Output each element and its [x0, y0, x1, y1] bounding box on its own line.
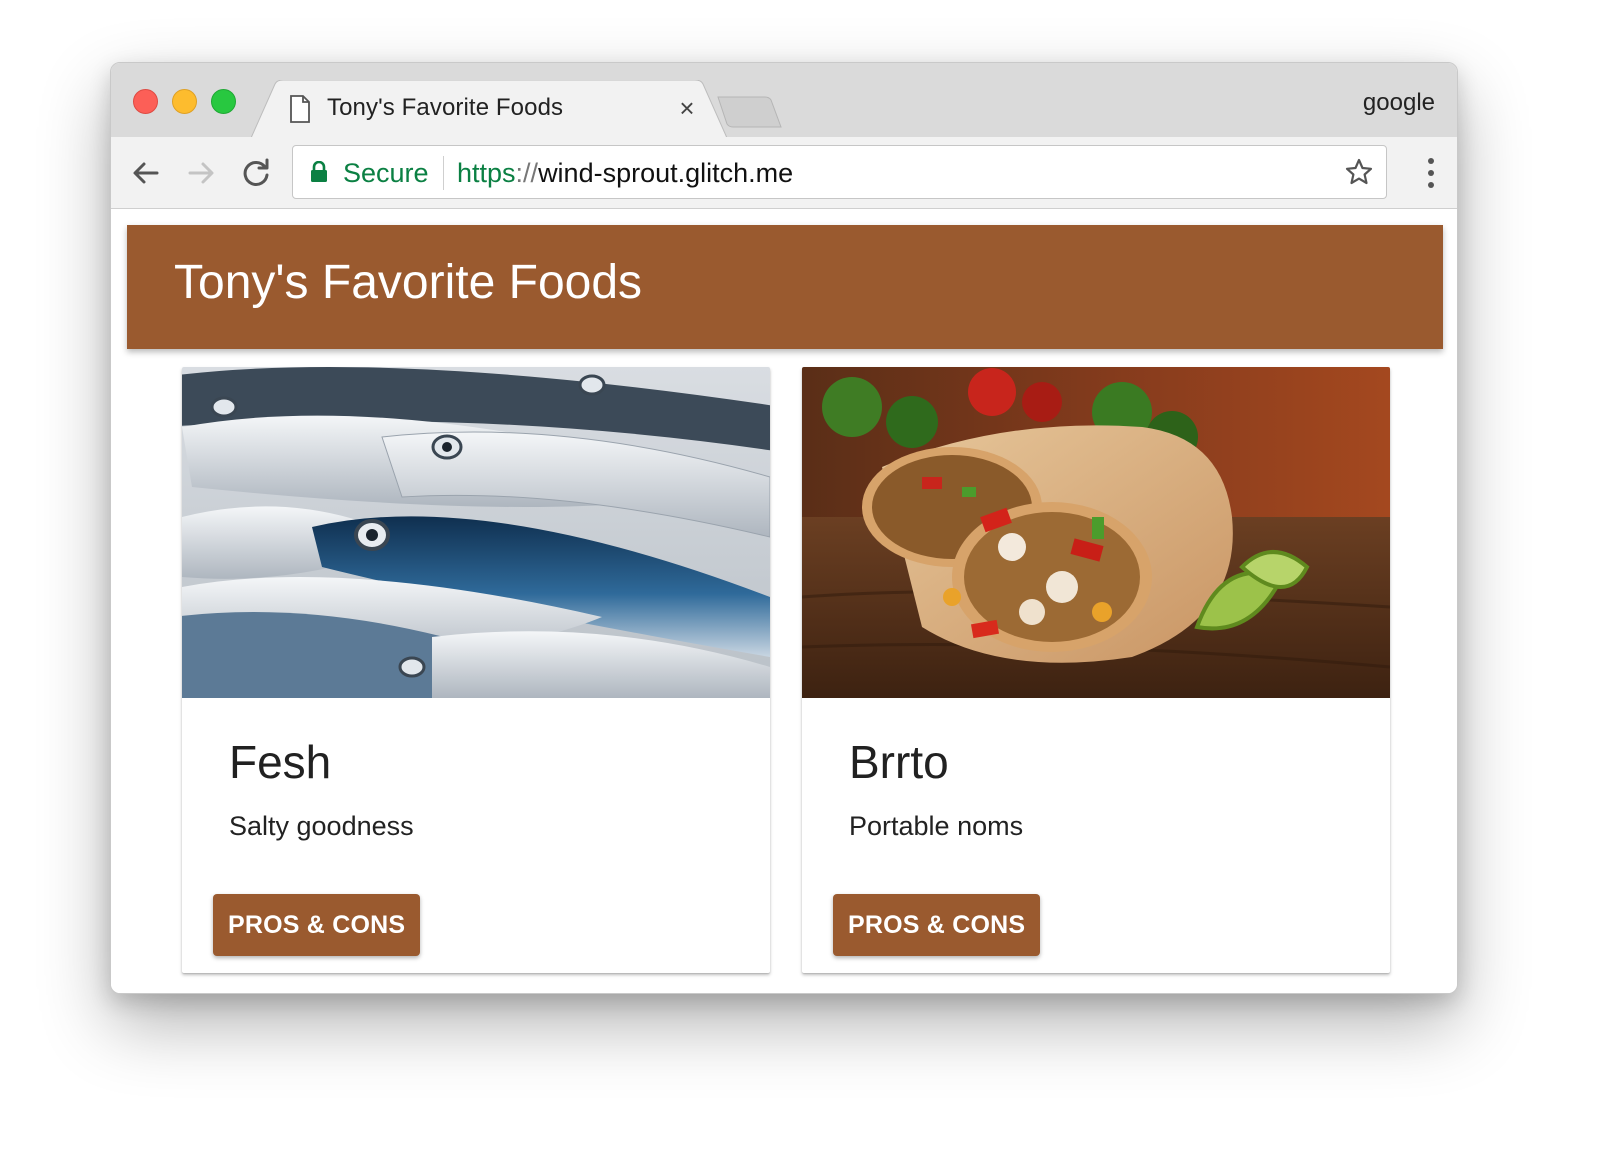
tab-active[interactable]: Tony's Favorite Foods ×: [251, 80, 727, 138]
card-title: Brrto: [849, 736, 949, 788]
profile-label[interactable]: google: [1363, 89, 1435, 117]
new-tab-button[interactable]: [717, 96, 783, 128]
food-card-brrto: Brrto Portable noms PROS & CONS: [802, 367, 1390, 973]
browser-window: Tony's Favorite Foods × google Secure ht…: [110, 62, 1458, 994]
card-subtitle: Salty goodness: [229, 811, 414, 841]
minimize-window-button[interactable]: [172, 89, 197, 114]
security-label[interactable]: Secure: [343, 158, 429, 189]
url-scheme: https: [457, 158, 516, 188]
tab-title: Tony's Favorite Foods: [327, 94, 564, 121]
omnibox-divider: [443, 156, 444, 190]
reload-icon[interactable]: [239, 156, 273, 190]
toolbar: Secure https://wind-sprout.glitch.me: [111, 137, 1457, 209]
food-card-fesh: Fesh Salty goodness PROS & CONS: [182, 367, 770, 973]
document-icon: [289, 95, 311, 123]
address-bar[interactable]: Secure https://wind-sprout.glitch.me: [292, 145, 1387, 199]
zoom-window-button[interactable]: [211, 89, 236, 114]
back-arrow-icon[interactable]: [129, 156, 163, 190]
card-subtitle: Portable noms: [849, 811, 1024, 841]
url-host: wind-sprout.glitch.me: [538, 158, 794, 188]
lock-icon: [310, 160, 328, 183]
more-vert-icon[interactable]: [1427, 157, 1435, 189]
star-icon[interactable]: [1344, 157, 1374, 187]
url-text[interactable]: https://wind-sprout.glitch.me: [457, 158, 793, 189]
pros-cons-button[interactable]: PROS & CONS: [833, 894, 1041, 956]
app-header: Tony's Favorite Foods: [127, 225, 1443, 349]
pros-cons-button[interactable]: PROS & CONS: [213, 894, 421, 956]
card-title: Fesh: [229, 736, 332, 788]
page-content: Tony's Favorite Foods Fesh Salty goodnes…: [111, 209, 1457, 993]
page-title: Tony's Favorite Foods: [174, 256, 643, 309]
forward-arrow-icon[interactable]: [184, 156, 218, 190]
close-icon[interactable]: ×: [675, 95, 699, 121]
url-separator: ://: [515, 158, 539, 188]
tab-strip: Tony's Favorite Foods × google: [111, 63, 1457, 138]
burrito-image: [802, 367, 1390, 698]
close-window-button[interactable]: [133, 89, 158, 114]
fish-image: [182, 367, 770, 698]
